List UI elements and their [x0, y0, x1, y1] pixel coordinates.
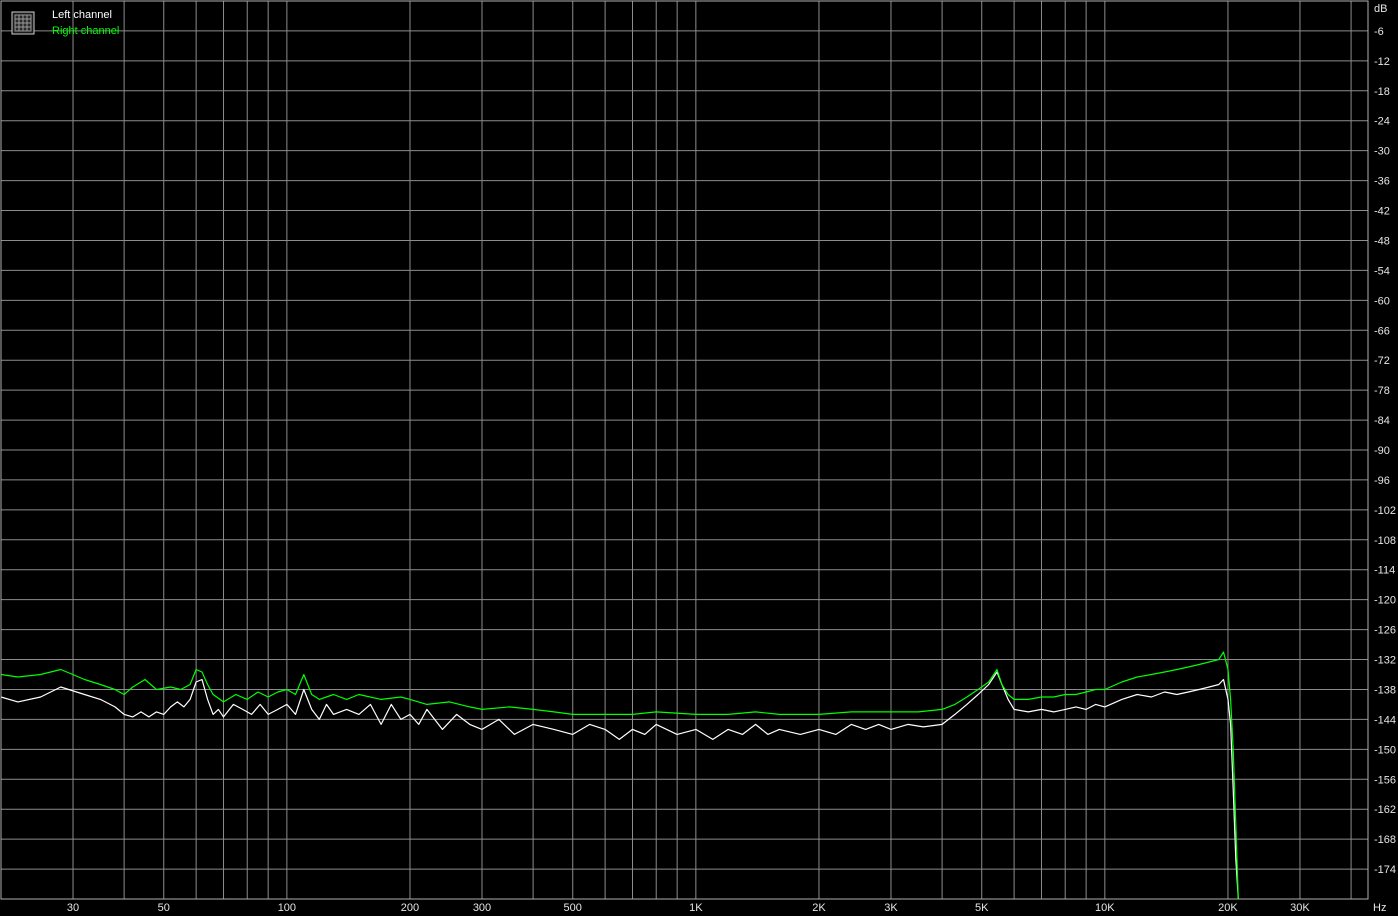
y-tick-label: -108: [1374, 535, 1396, 547]
y-tick-label: -156: [1374, 774, 1396, 786]
y-tick-label: -132: [1374, 655, 1396, 667]
y-tick-label: -18: [1374, 86, 1390, 98]
x-tick-label: 200: [401, 902, 419, 914]
x-tick-label: 5K: [975, 902, 989, 914]
x-tick-label: 30K: [1290, 902, 1310, 914]
y-tick-label: -24: [1374, 116, 1390, 128]
x-tick-label: 20K: [1218, 902, 1238, 914]
x-unit-label: Hz: [1373, 902, 1386, 914]
spectrum-chart: 30 50 100 200 300 500 1K 2K 3K 5K 10K 20K 30K -6 -12 -…: [0, 0, 1398, 916]
grid-icon[interactable]: [11, 11, 35, 35]
y-tick-label: -60: [1374, 295, 1390, 307]
x-tick-label: 3K: [884, 902, 898, 914]
y-tick-label: -126: [1374, 625, 1396, 637]
legend-left-channel: Left channel: [52, 9, 112, 21]
y-tick-label: -78: [1374, 385, 1390, 397]
y-tick-label: -174: [1374, 864, 1396, 876]
y-tick-label: -12: [1374, 56, 1390, 68]
x-tick-label: 2K: [812, 902, 826, 914]
x-tick-label: 1K: [689, 902, 703, 914]
y-tick-label: -36: [1374, 176, 1390, 188]
y-tick-label: -48: [1374, 235, 1390, 247]
y-tick-label: -150: [1374, 744, 1396, 756]
plot-background: [0, 0, 1398, 916]
y-tick-label: -102: [1374, 505, 1396, 517]
y-tick-label: -96: [1374, 475, 1390, 487]
y-tick-label: -114: [1374, 565, 1395, 577]
y-tick-label: -90: [1374, 445, 1390, 457]
x-tick-label: 10K: [1095, 902, 1115, 914]
y-tick-label: -6: [1374, 26, 1384, 38]
y-tick-label: -168: [1374, 834, 1396, 846]
y-tick-label: -120: [1374, 595, 1396, 607]
x-tick-label: 300: [473, 902, 491, 914]
y-tick-label: -162: [1374, 804, 1396, 816]
y-tick-label: -72: [1374, 355, 1390, 367]
x-tick-label: 100: [278, 902, 296, 914]
y-tick-label: -144: [1374, 714, 1396, 726]
x-tick-label: 500: [564, 902, 582, 914]
x-tick-label: 50: [158, 902, 170, 914]
y-tick-label: -138: [1374, 684, 1396, 696]
y-tick-label: -54: [1374, 265, 1390, 277]
x-tick-label: 30: [67, 902, 79, 914]
y-tick-label: -42: [1374, 206, 1390, 218]
legend-right-channel: Right channel: [52, 25, 119, 37]
y-unit-label: dB: [1374, 3, 1387, 15]
y-tick-label: -66: [1374, 325, 1390, 337]
y-tick-label: -84: [1374, 415, 1390, 427]
y-tick-label: -30: [1374, 146, 1390, 158]
